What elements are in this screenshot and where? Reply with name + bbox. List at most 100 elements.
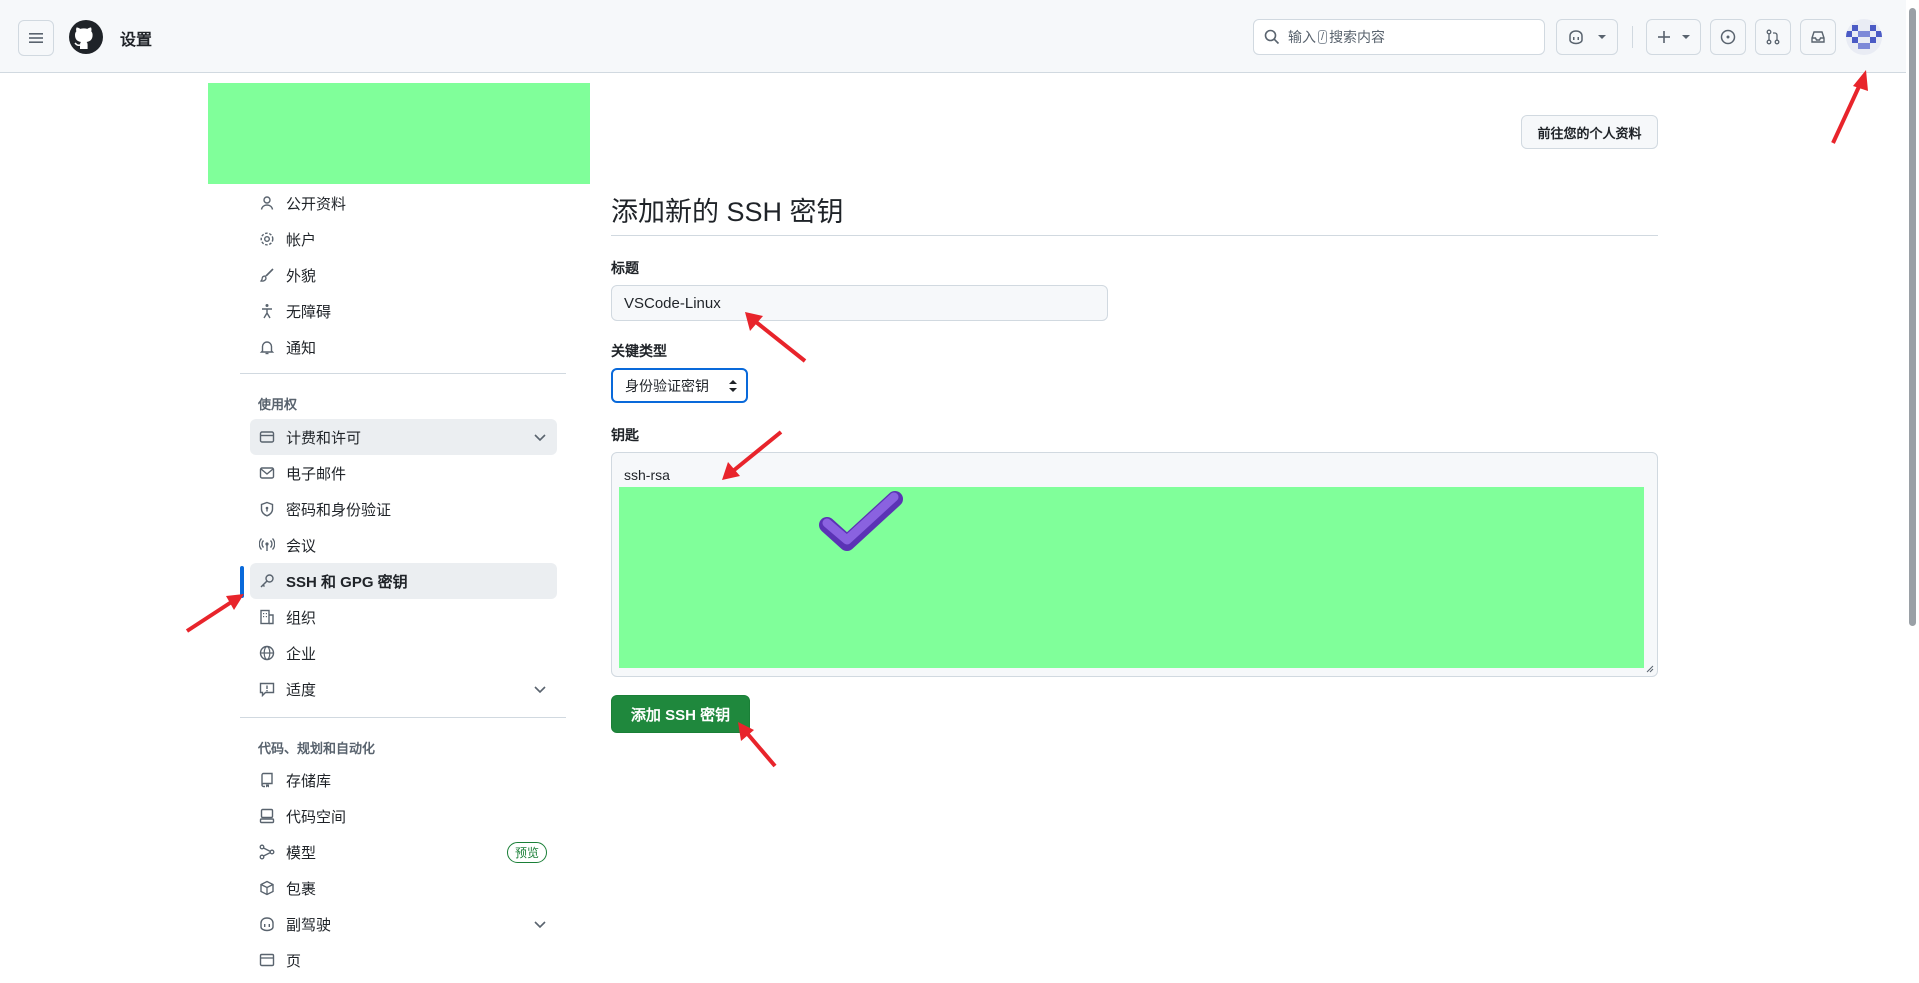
sidebar-item-account[interactable]: 帐户 xyxy=(250,221,557,257)
search-placeholder-suffix: 搜索内容 xyxy=(1329,29,1386,45)
issue-opened-icon xyxy=(1720,29,1736,45)
accessibility-icon xyxy=(258,302,276,320)
sidebar-item-codespaces[interactable]: 代码空间 xyxy=(250,798,557,834)
add-ssh-key-button[interactable]: 添加 SSH 密钥 xyxy=(611,695,750,733)
shield-lock-icon xyxy=(258,500,276,518)
inbox-button[interactable] xyxy=(1800,19,1836,55)
sidebar-item-label: 无障碍 xyxy=(286,303,332,321)
sidebar-item-ssh-gpg-keys[interactable]: SSH 和 GPG 密钥 xyxy=(250,563,557,599)
sidebar-item-label: 计费和许可 xyxy=(286,429,362,447)
sidebar-item-label: 包裹 xyxy=(286,880,317,898)
key-icon xyxy=(258,572,276,590)
annotation-arrow xyxy=(185,594,244,633)
title-divider xyxy=(611,235,1658,236)
header-divider xyxy=(1632,26,1633,48)
bell-icon xyxy=(258,338,276,356)
avatar[interactable] xyxy=(1846,19,1882,55)
sidebar-item-label: 组织 xyxy=(286,609,317,627)
sidebar-item-password-auth[interactable]: 密码和身份验证 xyxy=(250,491,557,527)
sidebar-item-notifications[interactable]: 通知 xyxy=(250,329,557,365)
key-textarea[interactable]: ssh-rsa xyxy=(611,452,1658,677)
github-logo-icon[interactable] xyxy=(68,19,104,55)
search-placeholder-prefix: 输入 xyxy=(1288,29,1316,45)
git-pull-request-icon xyxy=(1766,29,1780,45)
inbox-icon xyxy=(1811,31,1825,43)
report-icon xyxy=(258,680,276,698)
sidebar-item-label: 企业 xyxy=(286,645,317,663)
checkmark-icon xyxy=(819,491,903,551)
go-to-profile-button[interactable]: 前往您的个人资料 xyxy=(1521,115,1658,149)
globe-icon xyxy=(258,644,276,662)
sidebar-item-billing[interactable]: 计费和许可 xyxy=(250,419,557,455)
sidebar-item-label: 代码空间 xyxy=(286,808,347,826)
sidebar-item-label: 副驾驶 xyxy=(286,916,332,934)
credit-card-icon xyxy=(258,428,276,446)
resize-handle-icon[interactable] xyxy=(1645,664,1654,673)
create-new-button[interactable] xyxy=(1646,19,1701,55)
sidebar-item-copilot[interactable]: 副驾驶 xyxy=(250,906,557,942)
repo-icon xyxy=(258,771,276,789)
sidebar-section-heading: 使用权 xyxy=(258,397,298,412)
sidebar-item-moderation[interactable]: 适度 xyxy=(250,671,557,707)
copilot-icon xyxy=(258,915,276,933)
chevron-down-icon xyxy=(1598,35,1606,39)
sidebar-item-public-profile[interactable]: 公开资料 xyxy=(250,185,557,221)
sidebar-section-heading: 代码、规划和自动化 xyxy=(258,741,376,756)
page-context-title: 设置 xyxy=(120,32,153,49)
chevron-down-icon xyxy=(534,686,546,694)
sidebar-divider xyxy=(240,717,566,718)
app-header: 设置 输入 / 搜索内容 xyxy=(0,0,1906,73)
sidebar-item-label: 电子邮件 xyxy=(286,465,347,483)
redacted-key-content xyxy=(619,487,1644,668)
sidebar-item-label: 外貌 xyxy=(286,267,317,285)
hamburger-icon xyxy=(29,33,43,43)
search-icon xyxy=(1264,29,1280,45)
paintbrush-icon xyxy=(258,266,276,284)
active-item-indicator xyxy=(240,566,244,598)
key-textarea-value: ssh-rsa xyxy=(624,467,670,483)
copilot-button[interactable] xyxy=(1556,19,1618,55)
sidebar-item-label: 公开资料 xyxy=(286,195,347,213)
scrollbar-thumb[interactable] xyxy=(1909,8,1916,626)
sidebar-item-pages[interactable]: 页 xyxy=(250,942,557,978)
sidebar-item-label: 密码和身份验证 xyxy=(286,501,392,519)
sidebar-item-enterprises[interactable]: 企业 xyxy=(250,635,557,671)
plus-icon xyxy=(1657,31,1670,43)
person-icon xyxy=(258,194,276,212)
chevron-down-icon xyxy=(1681,35,1690,39)
sidebar-item-label: SSH 和 GPG 密钥 xyxy=(286,573,408,591)
key-title-value: VSCode-Linux xyxy=(624,294,721,312)
package-icon xyxy=(258,879,276,897)
issues-button[interactable] xyxy=(1710,19,1746,55)
key-title-input[interactable]: VSCode-Linux xyxy=(611,285,1108,321)
codespaces-icon xyxy=(258,807,276,825)
sidebar-item-label: 存储库 xyxy=(286,772,332,790)
sidebar-item-emails[interactable]: 电子邮件 xyxy=(250,455,557,491)
chevron-down-icon xyxy=(534,434,546,442)
key-type-value: 身份验证密钥 xyxy=(625,377,709,394)
sidebar-item-appearance[interactable]: 外貌 xyxy=(250,257,557,293)
broadcast-icon xyxy=(258,536,276,554)
key-field-label: 钥匙 xyxy=(611,427,639,443)
sidebar-item-accessibility[interactable]: 无障碍 xyxy=(250,293,557,329)
title-field-label: 标题 xyxy=(611,260,639,276)
annotation-arrow xyxy=(1831,70,1868,144)
sidebar-item-packages[interactable]: 包裹 xyxy=(250,870,557,906)
search-input[interactable]: 输入 / 搜索内容 xyxy=(1253,19,1545,55)
pull-requests-button[interactable] xyxy=(1755,19,1791,55)
sidebar-item-label: 通知 xyxy=(286,339,317,357)
models-icon xyxy=(258,843,276,861)
sidebar-item-organizations[interactable]: 组织 xyxy=(250,599,557,635)
sidebar-item-sessions[interactable]: 会议 xyxy=(250,527,557,563)
menu-button[interactable] xyxy=(18,20,54,56)
chevron-down-icon xyxy=(534,921,546,929)
key-type-label: 关键类型 xyxy=(611,343,667,359)
sidebar-item-repositories[interactable]: 存储库 xyxy=(250,762,557,798)
sidebar-item-label: 页 xyxy=(286,952,302,970)
sidebar-item-label: 适度 xyxy=(286,681,317,699)
page-title: 添加新的 SSH 密钥 xyxy=(611,197,844,227)
key-type-select[interactable]: 身份验证密钥 xyxy=(611,368,748,403)
search-shortcut-key: / xyxy=(1318,30,1328,44)
sidebar-item-label: 帐户 xyxy=(286,231,317,249)
sidebar-item-models[interactable]: 模型 预览 xyxy=(250,834,557,870)
